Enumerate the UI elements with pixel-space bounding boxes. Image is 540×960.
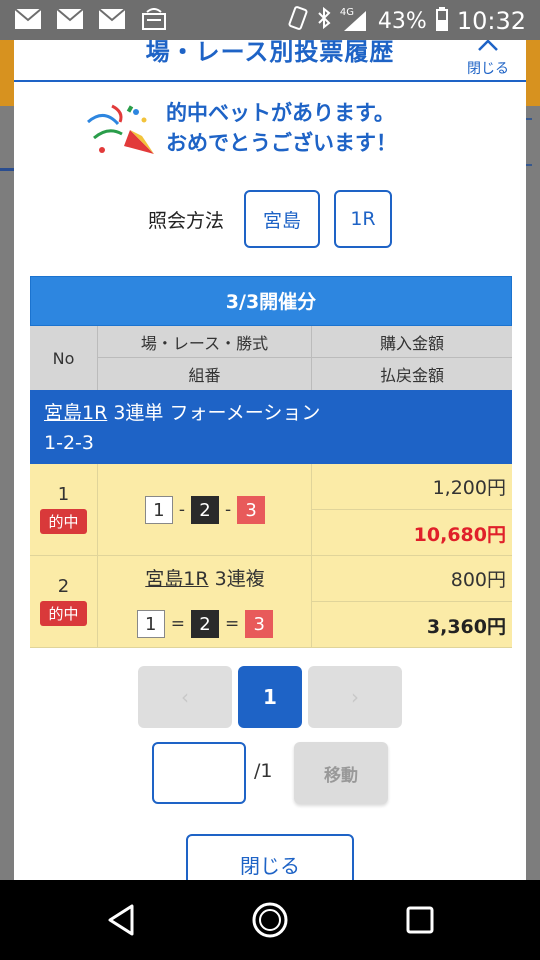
hit-badge: 的中: [40, 601, 87, 626]
battery-icon: [435, 6, 449, 36]
modal-header: 場・レース別投票履歴 閉じる: [14, 40, 526, 82]
race-link[interactable]: 宮島1R: [145, 568, 208, 590]
back-icon[interactable]: [102, 900, 142, 940]
navigation-bar: [0, 880, 540, 960]
race-link[interactable]: 宮島1R: [44, 402, 107, 424]
col-no: No: [30, 326, 98, 390]
query-place-button[interactable]: 宮島: [244, 190, 320, 248]
chevron-up-icon: [464, 40, 512, 58]
col-combo: 組番: [98, 358, 312, 390]
close-top-label: 閉じる: [467, 61, 509, 77]
recent-apps-icon[interactable]: [400, 900, 440, 940]
bet-type: 3連単 フォーメーション: [113, 402, 321, 424]
boat-number: 3: [237, 496, 266, 524]
status-right: 4G 43% 10:32: [286, 6, 526, 36]
party-popper-icon: [84, 102, 160, 160]
combo-separator: =: [170, 614, 185, 634]
notification-icons: [14, 8, 168, 30]
modal-title: 場・レース別投票履歴: [145, 40, 395, 66]
combo-numbers: 1 - 2 - 3: [98, 496, 312, 524]
mail-icon: [56, 8, 84, 30]
mail-icon: [98, 8, 126, 30]
row-no-cell: 2 的中: [30, 556, 98, 648]
close-bottom-button[interactable]: 閉じる: [186, 834, 354, 880]
row-no: 1: [57, 484, 70, 505]
purchase-amount: 1,200円: [312, 464, 512, 510]
congrats-line1: 的中ベットがあります。: [166, 101, 395, 125]
purchase-amount: 800円: [312, 556, 512, 602]
boat-number: 3: [245, 610, 274, 638]
group-combo: 1-2-3: [44, 432, 94, 454]
next-page-button[interactable]: ›: [308, 666, 402, 728]
status-bar: 4G 43% 10:32: [0, 0, 540, 40]
move-button[interactable]: 移動: [294, 742, 388, 804]
page-number-input[interactable]: [152, 742, 246, 804]
col-payout: 払戻金額: [379, 366, 444, 385]
payout-amount: 10,680円: [413, 523, 506, 546]
combo-separator: -: [178, 500, 185, 520]
congrats-line2: おめでとうございます！: [166, 131, 397, 155]
bet-type: 3連複: [214, 568, 265, 590]
col-purchase: 購入金額: [312, 326, 512, 358]
boat-number: 2: [191, 496, 219, 524]
table-row: 2 的中 宮島1R 3連複 1 = 2 = 3 800円 3,360円: [30, 556, 512, 648]
battery-percent: 43%: [377, 8, 427, 34]
row-no-cell: 1 的中: [30, 464, 98, 556]
bet-history-table: 3/3開催分 No 場・レース・勝式 購入金額 組番 払戻金額 宮島1R 3連単…: [30, 276, 512, 648]
bet-history-modal: 場・レース別投票履歴 閉じる 的中ベットがあります。 おめでとうございます！ 照…: [14, 40, 526, 880]
page-1-button[interactable]: 1: [238, 666, 302, 728]
session-header: 3/3開催分: [30, 276, 512, 326]
vibrate-icon: [286, 6, 308, 36]
boat-number: 1: [144, 496, 173, 524]
combo-cell: 1 - 2 - 3: [98, 464, 312, 556]
page-total: /1: [254, 760, 273, 782]
row-no: 2: [57, 576, 70, 597]
row-race-info: 宮島1R 3連複: [98, 564, 312, 591]
inbox-icon: [140, 8, 168, 30]
col-race: 場・レース・勝式: [98, 326, 312, 358]
query-method-label: 照会方法: [148, 210, 225, 232]
bet-group-header: 宮島1R 3連単 フォーメーション 1-2-3: [30, 390, 512, 464]
combo-numbers: 1 = 2 = 3: [98, 610, 312, 638]
combo-cell: 宮島1R 3連複 1 = 2 = 3: [98, 556, 312, 648]
payout-amount: 3,360円: [426, 615, 506, 638]
clock: 10:32: [456, 7, 526, 35]
bluetooth-icon: [316, 6, 332, 36]
prev-page-button[interactable]: ‹: [138, 666, 232, 728]
table-row: 1 的中 1 - 2 - 3 1,200円 10,680円: [30, 464, 512, 556]
combo-separator: =: [225, 614, 240, 634]
mail-icon: [14, 8, 42, 30]
boat-number: 2: [191, 610, 219, 638]
congrats-message: 的中ベットがあります。 おめでとうございます！: [166, 98, 397, 158]
hit-badge: 的中: [40, 509, 87, 534]
combo-separator: -: [225, 500, 232, 520]
home-icon[interactable]: [250, 900, 290, 940]
table-column-headers: No 場・レース・勝式 購入金額 組番 払戻金額: [30, 326, 512, 390]
signal-icon: 4G: [339, 7, 370, 33]
close-top-button[interactable]: 閉じる: [464, 40, 512, 80]
query-race-button[interactable]: 1R: [334, 190, 392, 248]
network-type-label: 4G: [339, 7, 355, 18]
boat-number: 1: [136, 610, 165, 638]
